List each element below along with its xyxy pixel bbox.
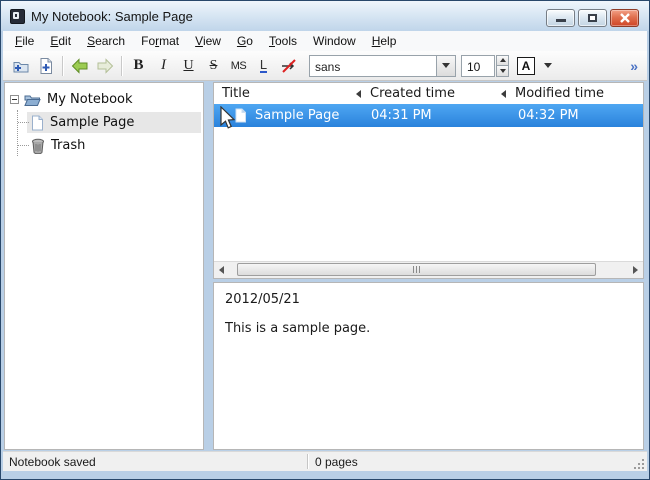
close-button[interactable] <box>610 9 639 27</box>
menu-help[interactable]: Help <box>364 31 405 51</box>
tree-item-sample-page[interactable]: Sample Page <box>5 111 203 134</box>
tree-connector-stub <box>18 145 29 146</box>
no-wrap-icon <box>281 58 296 73</box>
list-empty-area[interactable] <box>214 127 643 261</box>
new-page-icon <box>40 57 52 74</box>
forward-button[interactable] <box>92 54 117 78</box>
app-window: My Notebook: Sample Page File Edit Searc… <box>0 0 650 480</box>
page-icon <box>32 115 43 130</box>
forward-arrow-icon <box>97 57 113 74</box>
tree-item-root[interactable]: My Notebook <box>5 88 203 111</box>
spin-up-button[interactable] <box>496 54 509 66</box>
notebook-tree-panel: My Notebook Sample Page Trash <box>4 82 204 450</box>
font-family-combobox[interactable]: sans <box>309 54 456 77</box>
list-header: Title Created time Modified time <box>214 83 643 104</box>
toolbar: B I U S MS L sans 10 A » <box>3 51 647 81</box>
font-color-dropdown-icon[interactable] <box>544 63 552 68</box>
new-folder-icon <box>13 61 28 72</box>
statusbar: Notebook saved 0 pages <box>3 451 647 471</box>
menu-go[interactable]: Go <box>229 31 261 51</box>
minimize-icon <box>555 19 566 22</box>
font-family-value[interactable]: sans <box>309 54 436 77</box>
trash-icon <box>32 138 44 154</box>
menu-tools[interactable]: Tools <box>261 31 305 51</box>
underline-button[interactable]: U <box>176 54 201 78</box>
status-message: Notebook saved <box>9 455 96 469</box>
close-icon <box>619 13 630 23</box>
column-header-title[interactable]: Title <box>214 83 356 104</box>
menu-format[interactable]: Format <box>133 31 187 51</box>
strikethrough-button[interactable]: S <box>201 54 226 78</box>
toolbar-separator <box>121 55 122 76</box>
titlebar[interactable]: My Notebook: Sample Page <box>1 1 649 31</box>
page-list-panel: Title Created time Modified time Sample … <box>213 82 644 279</box>
bold-button[interactable]: B <box>126 54 151 78</box>
column-sort-arrow-icon[interactable] <box>356 89 361 98</box>
resize-grip[interactable] <box>633 458 644 469</box>
list-cell-title: Sample Page <box>255 108 340 123</box>
font-size-stepper <box>496 54 509 77</box>
list-cell-created-time: 04:31 PM <box>371 108 432 123</box>
tree-expander-icon[interactable] <box>10 95 19 104</box>
scroll-left-arrow-icon[interactable] <box>219 266 224 274</box>
window-title: My Notebook: Sample Page <box>31 8 193 24</box>
list-cell-modified-time: 04:32 PM <box>518 108 579 123</box>
back-arrow-icon <box>71 57 87 74</box>
menu-file[interactable]: File <box>7 31 42 51</box>
tree-item-trash[interactable]: Trash <box>5 134 203 157</box>
page-icon <box>235 108 246 123</box>
back-button[interactable] <box>67 54 92 78</box>
tree-item-label: Sample Page <box>50 115 135 130</box>
chevron-down-icon <box>442 63 450 68</box>
link-button[interactable]: L <box>251 54 276 78</box>
monospace-button[interactable]: MS <box>226 54 251 78</box>
scrollbar-thumb[interactable] <box>237 263 596 276</box>
toolbar-overflow-button[interactable]: » <box>630 58 642 74</box>
toolbar-separator <box>62 55 63 76</box>
chevron-up-icon <box>499 58 506 63</box>
open-folder-icon <box>24 95 41 106</box>
no-wrap-button[interactable] <box>276 54 301 78</box>
menu-search[interactable]: Search <box>79 31 133 51</box>
font-color-button[interactable]: A <box>517 56 535 75</box>
tree-item-label: Trash <box>51 138 86 153</box>
window-controls <box>546 9 639 27</box>
tree-item-label: My Notebook <box>47 92 133 107</box>
list-row-sample-page[interactable]: Sample Page 04:31 PM 04:32 PM <box>214 104 643 127</box>
editor-date-line: 2012/05/21 <box>225 292 300 307</box>
maximize-button[interactable] <box>578 9 607 27</box>
horizontal-scrollbar[interactable] <box>214 261 643 278</box>
new-folder-button[interactable] <box>8 54 33 78</box>
editor-panel[interactable]: 2012/05/21 This is a sample page. <box>213 282 644 450</box>
menu-edit[interactable]: Edit <box>42 31 79 51</box>
menu-view[interactable]: View <box>187 31 229 51</box>
minimize-button[interactable] <box>546 9 575 27</box>
italic-button[interactable]: I <box>151 54 176 78</box>
column-sort-arrow-icon[interactable] <box>501 89 506 98</box>
font-size-input[interactable]: 10 <box>461 54 495 77</box>
column-header-modified-time[interactable]: Modified time <box>501 83 643 104</box>
chevron-down-icon <box>499 68 506 73</box>
status-separator <box>307 454 308 469</box>
tree-connector-stub <box>18 122 29 123</box>
editor-body-line: This is a sample page. <box>225 321 371 336</box>
app-icon <box>10 9 25 24</box>
new-page-button[interactable] <box>33 54 58 78</box>
spin-down-button[interactable] <box>496 66 509 77</box>
maximize-icon <box>588 14 597 22</box>
font-family-dropdown-button[interactable] <box>436 54 456 77</box>
menubar: File Edit Search Format View Go Tools Wi… <box>3 31 647 51</box>
column-header-created-time[interactable]: Created time <box>356 83 501 104</box>
menu-window[interactable]: Window <box>305 31 364 51</box>
scroll-right-arrow-icon[interactable] <box>633 266 638 274</box>
status-page-count: 0 pages <box>315 455 358 469</box>
